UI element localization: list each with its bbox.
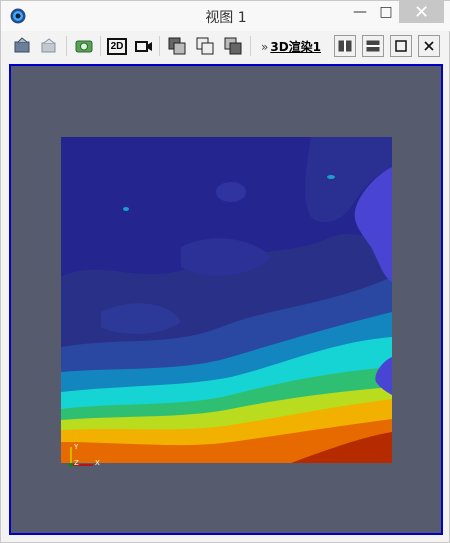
orientation-axes: Y Z X <box>69 443 100 467</box>
video-camera-icon <box>135 41 152 52</box>
undo-camera-icon <box>41 38 56 53</box>
2d-mode-button[interactable]: 2D <box>105 34 129 58</box>
title-bar: 视图 1 — □ ✕ <box>1 1 450 31</box>
view-name-link[interactable]: » 3D渲染1 <box>261 38 321 55</box>
close-icon <box>424 41 434 51</box>
overlap-squares-icon <box>224 37 242 55</box>
overlap-squares-icon <box>196 37 214 55</box>
split-vertical-icon <box>366 40 380 52</box>
overlap-squares-icon <box>168 37 186 55</box>
split-view-b-button[interactable] <box>193 34 217 58</box>
maximize-view-button[interactable] <box>390 35 412 57</box>
toolbar-separator <box>66 36 67 56</box>
render-viewport[interactable]: Y Z X <box>9 64 443 535</box>
2d-mode-icon: 2D <box>106 37 128 55</box>
undo-camera-button[interactable] <box>37 34 61 58</box>
record-button[interactable] <box>132 34 156 58</box>
camera-icon <box>75 40 93 53</box>
split-vertical-button[interactable] <box>362 35 384 57</box>
reset-camera-button[interactable] <box>11 34 35 58</box>
app-window: 视图 1 — □ ✕ 2D » 3D渲染1 Y Z X <box>0 0 450 543</box>
maximize-button[interactable]: □ <box>371 1 401 23</box>
toolbar-separator <box>250 36 251 56</box>
view-name-label: 3D渲染1 <box>270 40 322 54</box>
close-button[interactable]: ✕ <box>399 1 444 23</box>
screenshot-button[interactable] <box>72 34 96 58</box>
y-axis-label: Y <box>73 443 79 451</box>
maximize-icon <box>395 40 407 52</box>
x-axis-label: X <box>95 459 100 467</box>
toolbar-separator <box>159 36 160 56</box>
reset-camera-icon <box>14 37 30 53</box>
toolbar-separator <box>100 36 101 56</box>
chevron-right-icon: » <box>261 40 269 54</box>
z-axis-label: Z <box>74 459 79 467</box>
split-view-a-button[interactable] <box>165 34 189 58</box>
split-horizontal-button[interactable] <box>334 35 356 57</box>
split-view-c-button[interactable] <box>221 34 245 58</box>
split-horizontal-icon <box>338 40 352 52</box>
close-view-button[interactable] <box>418 35 440 57</box>
z-axis-marker <box>69 463 73 467</box>
view-toolbar: 2D » 3D渲染1 <box>1 32 450 62</box>
terrain-rendering[interactable] <box>61 137 392 463</box>
